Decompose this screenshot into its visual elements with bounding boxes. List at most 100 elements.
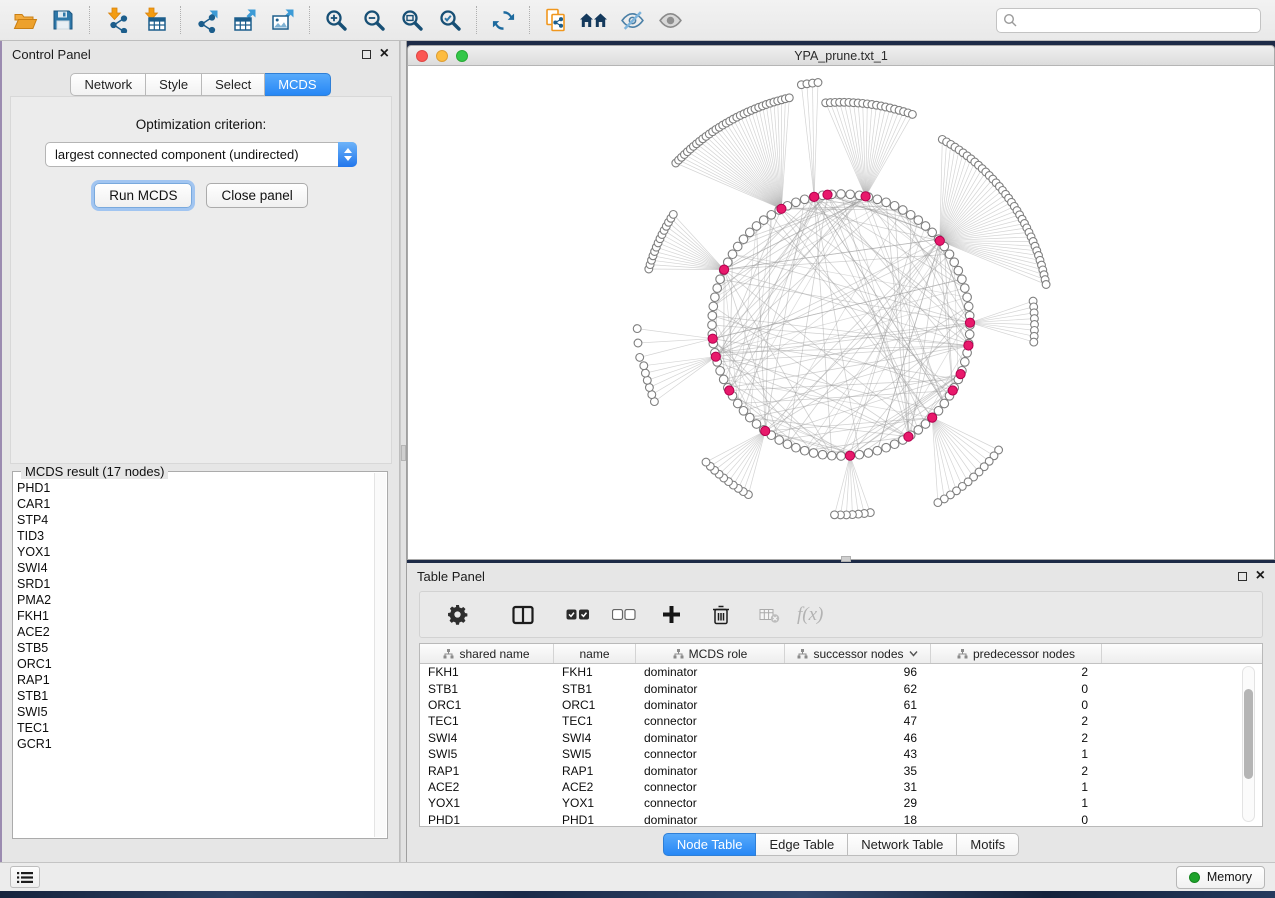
table-cell: FKH1 — [554, 665, 636, 679]
mcds-result-item[interactable]: GCR1 — [17, 736, 373, 752]
tab-style[interactable]: Style — [146, 73, 202, 96]
hide-selected-button[interactable] — [613, 3, 651, 37]
vertical-splitter[interactable] — [400, 41, 407, 862]
export-table-button[interactable] — [226, 3, 264, 37]
unchecked-boxes-icon — [612, 609, 636, 620]
network-nodes[interactable] — [633, 79, 1050, 519]
save-session-button[interactable] — [44, 3, 82, 37]
import-network-button[interactable] — [97, 3, 135, 37]
table-row[interactable]: ACE2ACE2connector311 — [420, 779, 1262, 795]
import-table-button[interactable] — [135, 3, 173, 37]
table-row[interactable]: SWI4SWI4dominator462 — [420, 730, 1262, 746]
table-row[interactable]: PHD1PHD1dominator180 — [420, 812, 1262, 828]
mcds-result-item[interactable]: CAR1 — [17, 496, 373, 512]
mcds-result-item[interactable]: STB1 — [17, 688, 373, 704]
mcds-tab-content: Optimization criterion: largest connecte… — [10, 96, 392, 464]
export-image-button[interactable] — [264, 3, 302, 37]
table-cell: RAP1 — [554, 764, 636, 778]
table-cell: connector — [636, 780, 785, 794]
table-cell: PHD1 — [420, 813, 554, 827]
show-panels-menu-button[interactable] — [10, 866, 40, 888]
table-cell: YOX1 — [554, 796, 636, 810]
run-mcds-button[interactable]: Run MCDS — [94, 183, 192, 208]
zoom-out-icon — [362, 8, 386, 32]
mcds-result-item[interactable]: TID3 — [17, 528, 373, 544]
column-header-shared-name[interactable]: shared name — [420, 644, 554, 663]
mcds-result-item[interactable]: ORC1 — [17, 656, 373, 672]
float-panel-icon[interactable] — [1238, 572, 1247, 581]
mcds-result-item[interactable]: SWI4 — [17, 560, 373, 576]
zoom-selected-button[interactable] — [431, 3, 469, 37]
horizontal-splitter-grip[interactable] — [841, 556, 851, 562]
float-panel-icon[interactable] — [362, 50, 371, 59]
criterion-selected-value: largest connected component (undirected) — [46, 147, 338, 162]
new-network-from-selection-button[interactable] — [537, 3, 575, 37]
select-all-button[interactable] — [555, 597, 601, 633]
control-panel-title: Control Panel — [12, 47, 91, 62]
zoom-fit-button[interactable] — [393, 3, 431, 37]
scrollbar-thumb[interactable] — [1244, 689, 1253, 779]
first-neighbors-button[interactable] — [575, 3, 613, 37]
deselect-all-button[interactable] — [601, 597, 647, 633]
zoom-out-button[interactable] — [355, 3, 393, 37]
import-network-icon — [103, 7, 129, 33]
tab-node-table[interactable]: Node Table — [663, 833, 757, 856]
table-cell: connector — [636, 714, 785, 728]
tab-motifs[interactable]: Motifs — [957, 833, 1019, 856]
mcds-result-item[interactable]: TEC1 — [17, 720, 373, 736]
column-header-successor-nodes[interactable]: successor nodes — [785, 644, 931, 663]
export-network-icon — [194, 7, 220, 33]
criterion-select[interactable]: largest connected component (undirected) — [45, 142, 357, 167]
column-header-MCDS-role[interactable]: MCDS role — [636, 644, 785, 663]
export-network-button[interactable] — [188, 3, 226, 37]
splitter-grip[interactable] — [401, 445, 406, 461]
mcds-result-item[interactable]: STP4 — [17, 512, 373, 528]
table-cell: dominator — [636, 764, 785, 778]
split-panel-button[interactable] — [501, 597, 545, 633]
mcds-result-item[interactable]: PMA2 — [17, 592, 373, 608]
mcds-result-item[interactable]: RAP1 — [17, 672, 373, 688]
mcds-result-item[interactable]: STB5 — [17, 640, 373, 656]
add-column-button[interactable] — [651, 597, 692, 633]
column-header-name[interactable]: name — [554, 644, 636, 663]
tab-mcds[interactable]: MCDS — [265, 73, 330, 96]
delete-column-button[interactable] — [700, 597, 742, 633]
table-row[interactable]: YOX1YOX1connector291 — [420, 795, 1262, 811]
mcds-result-list[interactable]: PHD1CAR1STP4TID3YOX1SWI4SRD1PMA2FKH1ACE2… — [17, 480, 373, 836]
column-header-predecessor-nodes[interactable]: predecessor nodes — [931, 644, 1102, 663]
network-canvas[interactable] — [407, 66, 1275, 560]
zoom-in-button[interactable] — [317, 3, 355, 37]
table-row[interactable]: ORC1ORC1dominator610 — [420, 697, 1262, 713]
mcds-result-item[interactable]: FKH1 — [17, 608, 373, 624]
table-row[interactable]: FKH1FKH1dominator962 — [420, 664, 1262, 680]
tab-network-table[interactable]: Network Table — [848, 833, 957, 856]
table-cell: 62 — [785, 682, 931, 696]
search-input[interactable] — [1022, 13, 1254, 27]
table-cell: dominator — [636, 665, 785, 679]
network-graph[interactable] — [408, 66, 1274, 558]
mcds-result-item[interactable]: SWI5 — [17, 704, 373, 720]
table-row[interactable]: RAP1RAP1dominator352 — [420, 762, 1262, 778]
table-scrollbar[interactable] — [1242, 666, 1255, 822]
tab-select[interactable]: Select — [202, 73, 265, 96]
tab-edge-table[interactable]: Edge Table — [756, 833, 848, 856]
mcds-result-item[interactable]: PHD1 — [17, 480, 373, 496]
mcds-result-item[interactable]: YOX1 — [17, 544, 373, 560]
close-panel-icon[interactable]: × — [380, 49, 389, 59]
close-panel-icon[interactable]: × — [1256, 571, 1265, 581]
trash-icon — [711, 604, 731, 625]
result-list-scrollbar[interactable] — [374, 473, 386, 837]
table-row[interactable]: SWI5SWI5connector431 — [420, 746, 1262, 762]
table-row[interactable]: STB1STB1dominator620 — [420, 680, 1262, 696]
column-label: name — [579, 647, 609, 661]
close-panel-button[interactable]: Close panel — [206, 183, 307, 208]
mcds-result-item[interactable]: ACE2 — [17, 624, 373, 640]
mcds-result-item[interactable]: SRD1 — [17, 576, 373, 592]
apply-layout-button[interactable] — [484, 3, 522, 37]
open-file-button[interactable] — [6, 3, 44, 37]
table-row[interactable]: TEC1TEC1connector472 — [420, 713, 1262, 729]
memory-button[interactable]: Memory — [1176, 866, 1265, 889]
tab-network[interactable]: Network — [70, 73, 146, 96]
show-all-button[interactable] — [651, 3, 689, 37]
table-settings-button[interactable] — [436, 597, 479, 633]
